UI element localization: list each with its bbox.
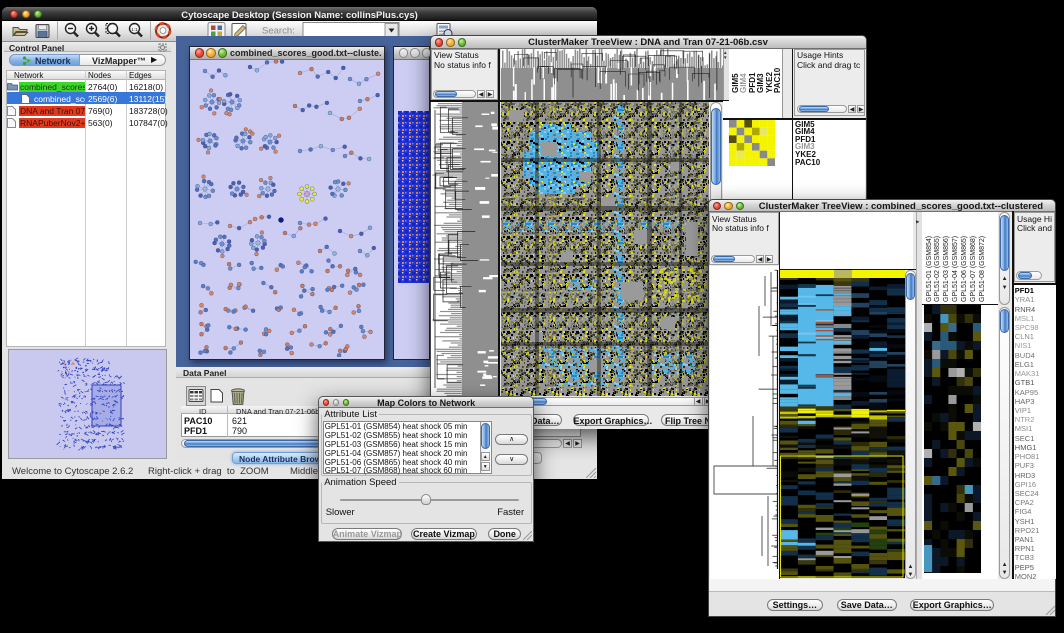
svg-text:1:1: 1:1 xyxy=(131,27,138,32)
